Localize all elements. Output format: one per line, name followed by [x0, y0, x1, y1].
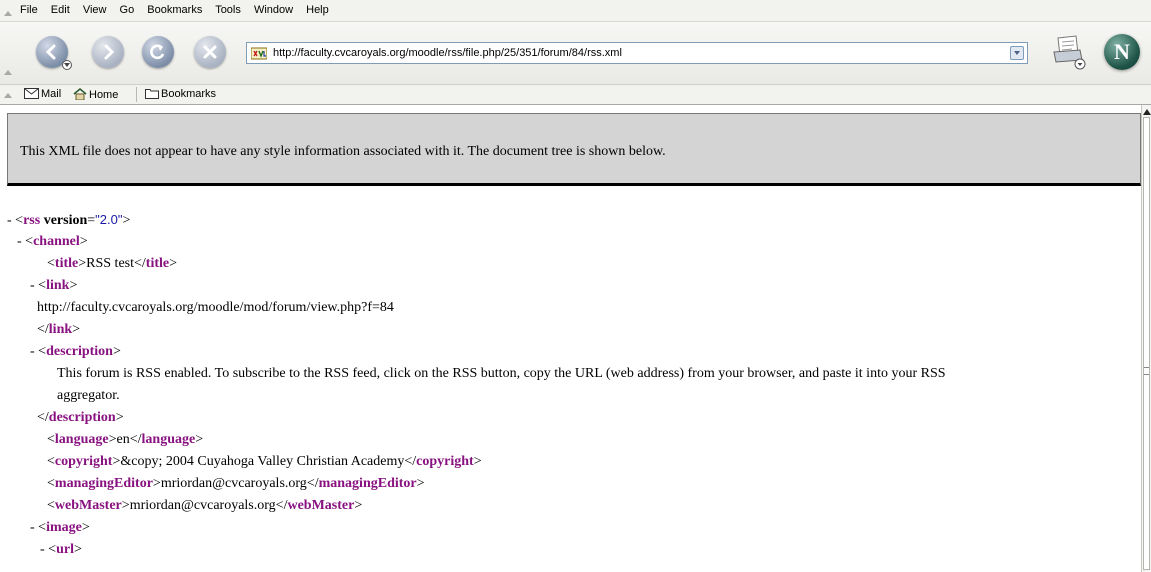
collapse-toggle[interactable]: -: [17, 234, 25, 249]
rss-version-value: "2.0": [95, 212, 123, 227]
toolbar-grip-icon[interactable]: [4, 93, 12, 98]
collapse-toggle[interactable]: -: [30, 520, 38, 535]
copyright-close-tag: copyright: [416, 454, 474, 469]
bookmarks-button[interactable]: Bookmarks: [145, 88, 216, 100]
url-text[interactable]: http://faculty.cvcaroyals.org/moodle/rss…: [273, 47, 622, 59]
menu-view[interactable]: View: [83, 4, 107, 16]
toolbar-grip-icon[interactable]: [4, 70, 12, 75]
description-tag: description: [46, 344, 113, 359]
image-tag: image: [46, 520, 82, 535]
collapse-toggle[interactable]: -: [30, 278, 38, 293]
url-bar[interactable]: http://faculty.cvcaroyals.org/moodle/rss…: [246, 42, 1028, 64]
page-content: This XML file does not appear to have an…: [0, 105, 1141, 572]
rss-version-attr: version: [43, 213, 88, 228]
description-close-line: </description>: [37, 410, 124, 425]
webmaster-value: mriordan@cvcaroyals.org: [129, 498, 276, 513]
menu-go[interactable]: Go: [120, 4, 135, 16]
mail-button[interactable]: Mail: [24, 88, 61, 100]
title-tag: title: [54, 256, 79, 271]
copyright-line: <copyright>&copy; 2004 Cuyahoga Valley C…: [47, 454, 482, 469]
link-tag: link: [46, 278, 70, 293]
description-close-tag: description: [48, 410, 116, 425]
personal-toolbar: Mail Home Bookmarks: [0, 85, 1151, 105]
toolbar-separator: [136, 87, 137, 102]
toolbar-grip-icon[interactable]: [4, 11, 12, 16]
xml-info-banner: This XML file does not appear to have an…: [7, 113, 1141, 186]
title-value: RSS test: [86, 256, 134, 271]
stop-x-icon: [203, 45, 217, 59]
forward-arrow-icon: [104, 44, 115, 60]
rss-open-line: - <rss version="2.0">: [7, 212, 131, 228]
mail-icon: [24, 88, 39, 99]
title-line: <title>RSS test</title>: [47, 256, 178, 271]
language-line: <language>en</language>: [47, 432, 204, 447]
back-button[interactable]: [36, 36, 72, 70]
managing-editor-tag: managingEditor: [54, 476, 153, 491]
reload-button[interactable]: [142, 36, 174, 68]
url-tag: url: [56, 542, 74, 557]
mail-label: Mail: [41, 88, 62, 100]
link-close-tag: link: [48, 322, 73, 337]
description-value-line-1: This forum is RSS enabled. To subscribe …: [57, 366, 946, 381]
home-icon: [73, 88, 87, 100]
managing-editor-value: mriordan@cvcaroyals.org: [160, 476, 307, 491]
scrollbar-grip-icon: [1144, 367, 1149, 375]
channel-tag: channel: [33, 234, 80, 249]
menu-help[interactable]: Help: [306, 4, 329, 16]
menu-tools[interactable]: Tools: [215, 4, 241, 16]
menu-window[interactable]: Window: [254, 4, 293, 16]
url-history-dropdown-icon[interactable]: [1010, 46, 1024, 60]
menu-edit[interactable]: Edit: [51, 4, 70, 16]
menu-bookmarks[interactable]: Bookmarks: [147, 4, 202, 16]
stop-button[interactable]: [194, 36, 226, 68]
copyright-value: &copy; 2004 Cuyahoga Valley Christian Ac…: [120, 454, 405, 469]
netscape-logo-icon[interactable]: N: [1104, 34, 1140, 70]
collapse-toggle[interactable]: -: [7, 213, 15, 228]
webmaster-close-tag: webMaster: [287, 498, 355, 513]
xml-info-text: This XML file does not appear to have an…: [20, 144, 666, 159]
back-dropdown-icon[interactable]: [62, 60, 72, 70]
webmaster-tag: webMaster: [54, 498, 122, 513]
vertical-scrollbar[interactable]: [1141, 105, 1151, 572]
description-open-line: - <description>: [30, 344, 121, 359]
collapse-toggle[interactable]: -: [40, 542, 48, 557]
managing-editor-close-tag: managingEditor: [318, 476, 417, 491]
image-open-line: - <image>: [30, 520, 90, 535]
folder-icon: [145, 89, 159, 99]
webmaster-line: <webMaster>mriordan@cvcaroyals.org</webM…: [47, 498, 363, 513]
language-tag: language: [54, 432, 109, 447]
back-arrow-icon: [45, 44, 56, 60]
menu-bar: File Edit View Go Bookmarks Tools Window…: [0, 0, 1151, 22]
channel-open-line: - <channel>: [17, 234, 88, 249]
home-label: Home: [89, 89, 119, 101]
description-value-line-2: aggregator.: [57, 388, 120, 403]
copyright-tag: copyright: [54, 454, 113, 469]
link-open-line: - <link>: [30, 278, 78, 293]
menu-items: File Edit View Go Bookmarks Tools Window…: [20, 4, 339, 16]
language-value: en: [116, 432, 130, 447]
link-value: http://faculty.cvcaroyals.org/moodle/mod…: [37, 300, 394, 315]
reload-icon: [150, 44, 165, 60]
forward-button[interactable]: [92, 36, 124, 68]
menu-file[interactable]: File: [20, 4, 38, 16]
link-close-line: </link>: [37, 322, 81, 337]
scroll-up-icon[interactable]: [1143, 109, 1151, 115]
rss-tag: rss: [23, 213, 41, 228]
navigation-toolbar: http://faculty.cvcaroyals.org/moodle/rss…: [0, 22, 1151, 85]
page-proxy-icon[interactable]: [251, 46, 267, 60]
collapse-toggle[interactable]: -: [30, 344, 38, 359]
managing-editor-line: <managingEditor>mriordan@cvcaroyals.org<…: [47, 476, 425, 491]
title-close-tag: title: [145, 256, 170, 271]
url-open-line: - <url>: [40, 542, 82, 557]
scrollbar-thumb[interactable]: [1143, 117, 1150, 570]
home-button[interactable]: Home: [73, 88, 118, 101]
language-close-tag: language: [141, 432, 196, 447]
print-icon[interactable]: [1052, 34, 1086, 70]
bookmarks-label: Bookmarks: [161, 88, 217, 100]
